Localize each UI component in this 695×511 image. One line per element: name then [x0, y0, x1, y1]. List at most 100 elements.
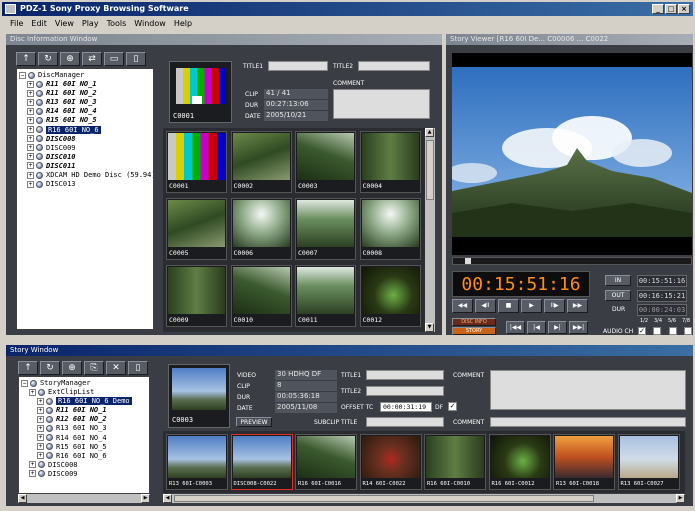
transfer-icon[interactable]: ⇄ [82, 52, 102, 66]
clip-thumbnail[interactable]: C0007 [295, 198, 356, 260]
expand-icon[interactable]: + [37, 443, 44, 451]
expand-icon[interactable]: + [29, 470, 36, 478]
story-title1-field[interactable] [366, 370, 444, 380]
tree-item[interactable]: + DISC008 [21, 461, 147, 470]
scroll-left-icon[interactable]: ◀ [163, 494, 172, 503]
mark-out-button[interactable]: OUT [605, 290, 631, 301]
expand-icon[interactable]: + [37, 415, 44, 423]
story-button[interactable]: STORY [452, 327, 496, 335]
delete-icon[interactable]: ✕ [106, 361, 126, 375]
expand-icon[interactable]: + [37, 397, 44, 405]
expand-icon[interactable]: + [27, 89, 34, 97]
expand-icon[interactable]: + [27, 171, 34, 179]
clip-thumbnail[interactable]: C0005 [166, 198, 227, 260]
menu-help[interactable]: Help [174, 17, 192, 30]
tree-item[interactable]: + R15 60I NO_5 [21, 443, 147, 452]
tree-item[interactable]: + ExtClipList [21, 388, 147, 397]
tree-item[interactable]: + DISC011 [19, 162, 151, 171]
view-icon[interactable]: ▯ [126, 52, 146, 66]
tree-item[interactable]: + R16 60I NO_6 [19, 125, 151, 135]
audio-ch-7-8-checkbox[interactable] [683, 327, 692, 335]
previous-clip-icon[interactable]: |◀ [527, 321, 546, 334]
disc-comment-field[interactable] [333, 89, 430, 119]
scroll-down-icon[interactable]: ▼ [425, 323, 434, 332]
maximize-button[interactable]: □ [665, 4, 677, 14]
subclip-title-field[interactable] [366, 417, 444, 427]
subclip-comment-field[interactable] [490, 417, 686, 427]
clip-grid-scrollbar[interactable]: ▲ ▼ [425, 128, 435, 332]
expand-icon[interactable]: + [27, 153, 34, 161]
tree-item[interactable]: + R11 60I NO_1 [19, 80, 151, 89]
disc-title1-field[interactable] [268, 61, 328, 71]
step-forward-icon[interactable]: II▶ [544, 299, 565, 313]
expand-icon[interactable]: + [37, 434, 44, 442]
story-clip-thumbnail[interactable]: DISC008-C0022 [230, 434, 293, 490]
tree-item[interactable]: + R15 60I NO_5 [19, 116, 151, 125]
go-to-start-icon[interactable]: |◀◀ [506, 321, 525, 334]
tree-item[interactable]: + XDCAM HD Demo Disc (59.94) [19, 171, 153, 180]
rewind-icon[interactable]: ◀◀ [452, 299, 473, 313]
new-document-icon[interactable]: ▯ [128, 361, 148, 375]
tree-item[interactable]: + R13 60I NO_3 [19, 98, 151, 107]
binoculars-icon[interactable]: ⊕ [60, 52, 80, 66]
copy-icon[interactable]: ⎘ [84, 361, 104, 375]
tree-root[interactable]: − DiscManager [19, 71, 151, 80]
story-title2-field[interactable] [366, 386, 444, 396]
tree-item[interactable]: + DISC008 [19, 135, 151, 144]
mark-in-button[interactable]: IN [605, 275, 631, 286]
minimize-button[interactable]: _ [652, 4, 664, 14]
story-strip-scrollbar[interactable]: ◀ ▶ [163, 494, 685, 503]
story-tree-hscrollbar[interactable]: ◀ ▶ [18, 494, 150, 503]
audio-ch-3-4-checkbox[interactable] [653, 327, 662, 335]
binoculars-icon[interactable]: ⊕ [62, 361, 82, 375]
expand-icon[interactable]: + [29, 388, 36, 396]
story-clip-thumbnail[interactable]: R13 60I-C0027 [617, 434, 680, 490]
scroll-right-icon[interactable]: ▶ [141, 494, 150, 503]
screen-icon[interactable]: ▭ [104, 52, 124, 66]
clip-thumbnail[interactable]: C0010 [230, 265, 292, 327]
scroll-left-icon[interactable]: ◀ [18, 494, 27, 503]
audio-ch-1-2-checkbox[interactable]: ✓ [638, 327, 646, 335]
expand-icon[interactable]: + [27, 162, 34, 170]
story-clip-thumbnail[interactable]: R16 60I-C0012 [488, 434, 551, 490]
collapse-icon[interactable]: − [19, 71, 26, 79]
story-clip-thumbnail[interactable]: R16 60I-C0010 [424, 434, 486, 490]
scroll-thumb[interactable] [174, 495, 594, 502]
disc-title2-field[interactable] [358, 61, 430, 71]
expand-icon[interactable]: + [27, 135, 34, 143]
up-arrow-icon[interactable]: ↑ [16, 52, 36, 66]
menu-edit[interactable]: Edit [31, 17, 47, 30]
fast-forward-icon[interactable]: ▶▶ [567, 299, 588, 313]
clip-thumbnail[interactable]: C0003 [295, 131, 356, 193]
refresh-icon[interactable]: ↻ [40, 361, 60, 375]
menu-window[interactable]: Window [134, 17, 166, 30]
expand-icon[interactable]: + [29, 461, 36, 469]
menu-view[interactable]: View [55, 17, 74, 30]
tree-item[interactable]: + R16 60I NO_6 Demo [21, 397, 147, 406]
menu-tools[interactable]: Tools [107, 17, 127, 30]
clip-thumbnail[interactable]: C0009 [166, 265, 227, 327]
clip-thumbnail[interactable]: C0004 [359, 131, 421, 193]
audio-ch-5-6-checkbox[interactable] [668, 327, 677, 335]
tree-item[interactable]: + R14 60I NO_4 [19, 107, 151, 116]
tree-item[interactable]: + R11 60I NO_2 [19, 89, 151, 98]
clip-thumbnail[interactable]: C0011 [295, 265, 356, 327]
scroll-up-icon[interactable]: ▲ [425, 128, 434, 137]
slider-handle[interactable] [465, 258, 471, 264]
tree-item[interactable]: + R14 60I NO_4 [21, 434, 147, 443]
clip-thumbnail[interactable]: C0001 [166, 131, 227, 193]
collapse-icon[interactable]: − [21, 379, 28, 387]
scroll-right-icon[interactable]: ▶ [676, 494, 685, 503]
expand-icon[interactable]: + [37, 452, 44, 460]
story-comment-field[interactable] [490, 370, 686, 410]
tree-root[interactable]: − StoryManager [21, 379, 147, 388]
position-slider[interactable] [452, 257, 692, 265]
story-clip-thumbnail[interactable]: R13 60I-C0003 [166, 434, 228, 490]
tree-item[interactable]: + R13 60I NO_3 [21, 424, 147, 433]
story-clip-thumbnail[interactable]: R16 60I-C0016 [295, 434, 357, 490]
tree-item[interactable]: + DISC009 [19, 144, 151, 153]
close-button[interactable]: × [678, 4, 690, 14]
step-back-icon[interactable]: ◀II [475, 299, 496, 313]
story-clip-thumbnail[interactable]: R13 60I-C0018 [553, 434, 615, 490]
clip-thumbnail[interactable]: C0012 [359, 265, 421, 327]
